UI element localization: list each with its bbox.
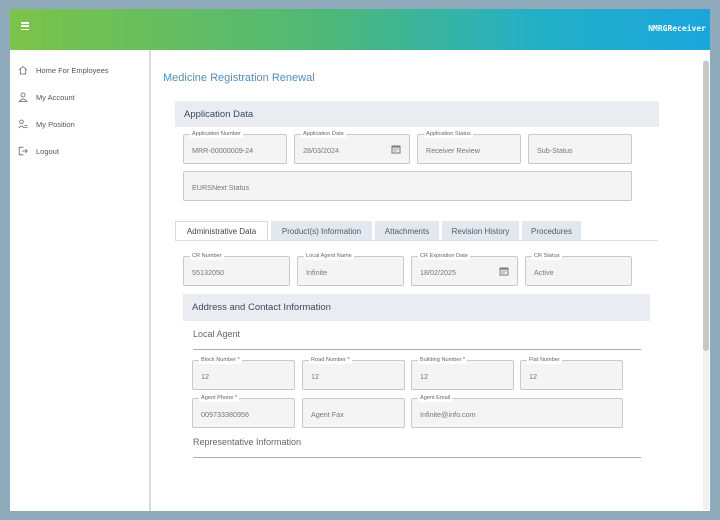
field-label: Road Number * bbox=[309, 356, 352, 364]
field-value: 009733380956 bbox=[201, 410, 249, 419]
field-label: Agent Phone * bbox=[199, 394, 240, 402]
tab-divider bbox=[175, 240, 658, 241]
address-contact-heading: Address and Contact Information bbox=[183, 294, 650, 321]
field-value: 12 bbox=[529, 372, 537, 381]
field-placeholder: EURSNext Status bbox=[192, 183, 250, 192]
sidebar-item-label: Home For Employees bbox=[36, 65, 109, 75]
field-value: 55132050 bbox=[192, 268, 224, 277]
field-value: 28/03/2024 bbox=[303, 146, 339, 155]
field-value: Infinite@info.com bbox=[420, 410, 476, 419]
field-label: CR Number bbox=[190, 252, 224, 260]
application-data-heading: Application Data bbox=[175, 101, 659, 127]
sidebar-item-label: Logout bbox=[36, 146, 59, 156]
application-number-field[interactable]: Application Number MRR-00000009-24 bbox=[183, 130, 287, 164]
field-placeholder: Agent Fax bbox=[311, 410, 344, 419]
divider bbox=[193, 349, 641, 350]
field-label: Block Number * bbox=[199, 356, 242, 364]
top-bar: NMRGReceiver bbox=[10, 9, 710, 50]
logout-icon bbox=[18, 146, 28, 156]
agent-phone-field[interactable]: Agent Phone * 009733380956 bbox=[192, 394, 295, 428]
sidebar-item-my-account[interactable]: My Account bbox=[18, 90, 75, 104]
sidebar-item-label: My Account bbox=[36, 92, 75, 102]
field-value: Infinite bbox=[306, 268, 328, 277]
cr-status-field[interactable]: CR Status Active bbox=[525, 252, 632, 286]
local-agent-title: Local Agent bbox=[193, 329, 241, 339]
field-label: Building Number * bbox=[418, 356, 468, 364]
field-label: Flat Number bbox=[527, 356, 562, 364]
position-icon bbox=[18, 119, 28, 129]
cr-number-field[interactable]: CR Number 55132050 bbox=[183, 252, 290, 286]
app-window: NMRGReceiver Home For Employees My Accou… bbox=[10, 9, 710, 511]
tab-bar: Administrative Data Product(s) Informati… bbox=[175, 221, 584, 241]
tab-products-information[interactable]: Product(s) Information bbox=[271, 221, 372, 241]
sidebar-item-my-position[interactable]: My Position bbox=[18, 117, 75, 131]
agent-email-field[interactable]: Agent Email Infinite@info.com bbox=[411, 394, 623, 428]
tab-procedures[interactable]: Procedures bbox=[522, 221, 581, 241]
field-value: 12 bbox=[420, 372, 428, 381]
application-status-field[interactable]: Application Status Receiver Review bbox=[417, 130, 521, 164]
field-value: 12 bbox=[201, 372, 209, 381]
cr-expiration-date-field[interactable]: CR Expiration Date 18/02/2025 bbox=[411, 252, 518, 286]
divider bbox=[193, 457, 641, 458]
menu-icon[interactable] bbox=[21, 22, 29, 31]
home-icon bbox=[18, 65, 28, 75]
field-value: MRR-00000009-24 bbox=[192, 146, 254, 155]
road-number-field[interactable]: Road Number * 12 bbox=[302, 356, 405, 390]
eursnext-status-field[interactable]: EURSNext Status bbox=[183, 171, 632, 201]
field-label: Application Date bbox=[301, 130, 346, 138]
application-date-field[interactable]: Application Date 28/03/2024 bbox=[294, 130, 410, 164]
building-number-field[interactable]: Building Number * 12 bbox=[411, 356, 514, 390]
sub-status-field[interactable]: Sub-Status bbox=[528, 134, 632, 164]
field-label: Local Agent Name bbox=[304, 252, 354, 260]
field-value: Active bbox=[534, 268, 554, 277]
field-label: Application Number bbox=[190, 130, 243, 138]
block-number-field[interactable]: Block Number * 12 bbox=[192, 356, 295, 390]
field-value: 18/02/2025 bbox=[420, 268, 456, 277]
tab-revision-history[interactable]: Revision History bbox=[442, 221, 519, 241]
page-title: Medicine Registration Renewal bbox=[163, 72, 315, 84]
sidebar-item-home[interactable]: Home For Employees bbox=[18, 63, 109, 77]
field-value: Receiver Review bbox=[426, 146, 480, 155]
field-placeholder: Sub-Status bbox=[537, 146, 573, 155]
scrollbar[interactable] bbox=[703, 60, 709, 510]
flat-number-field[interactable]: Flat Number 12 bbox=[520, 356, 623, 390]
calendar-icon[interactable] bbox=[499, 266, 509, 276]
agent-fax-field[interactable]: Agent Fax bbox=[302, 398, 405, 428]
sidebar-item-label: My Position bbox=[36, 119, 75, 129]
scrollbar-thumb[interactable] bbox=[703, 61, 709, 351]
sidebar-item-logout[interactable]: Logout bbox=[18, 144, 59, 158]
field-label: CR Status bbox=[532, 252, 562, 260]
field-label: Application Status bbox=[424, 130, 473, 138]
tab-administrative-data[interactable]: Administrative Data bbox=[175, 221, 268, 241]
current-user[interactable]: NMRGReceiver bbox=[648, 24, 706, 33]
local-agent-name-field[interactable]: Local Agent Name Infinite bbox=[297, 252, 404, 286]
field-label: CR Expiration Date bbox=[418, 252, 470, 260]
representative-title: Representative Information bbox=[193, 437, 302, 447]
sidebar: Home For Employees My Account My Positio… bbox=[10, 50, 151, 511]
tab-attachments[interactable]: Attachments bbox=[375, 221, 439, 241]
user-icon bbox=[18, 92, 28, 102]
field-label: Agent Email bbox=[418, 394, 453, 402]
field-value: 12 bbox=[311, 372, 319, 381]
calendar-icon[interactable] bbox=[391, 144, 401, 154]
